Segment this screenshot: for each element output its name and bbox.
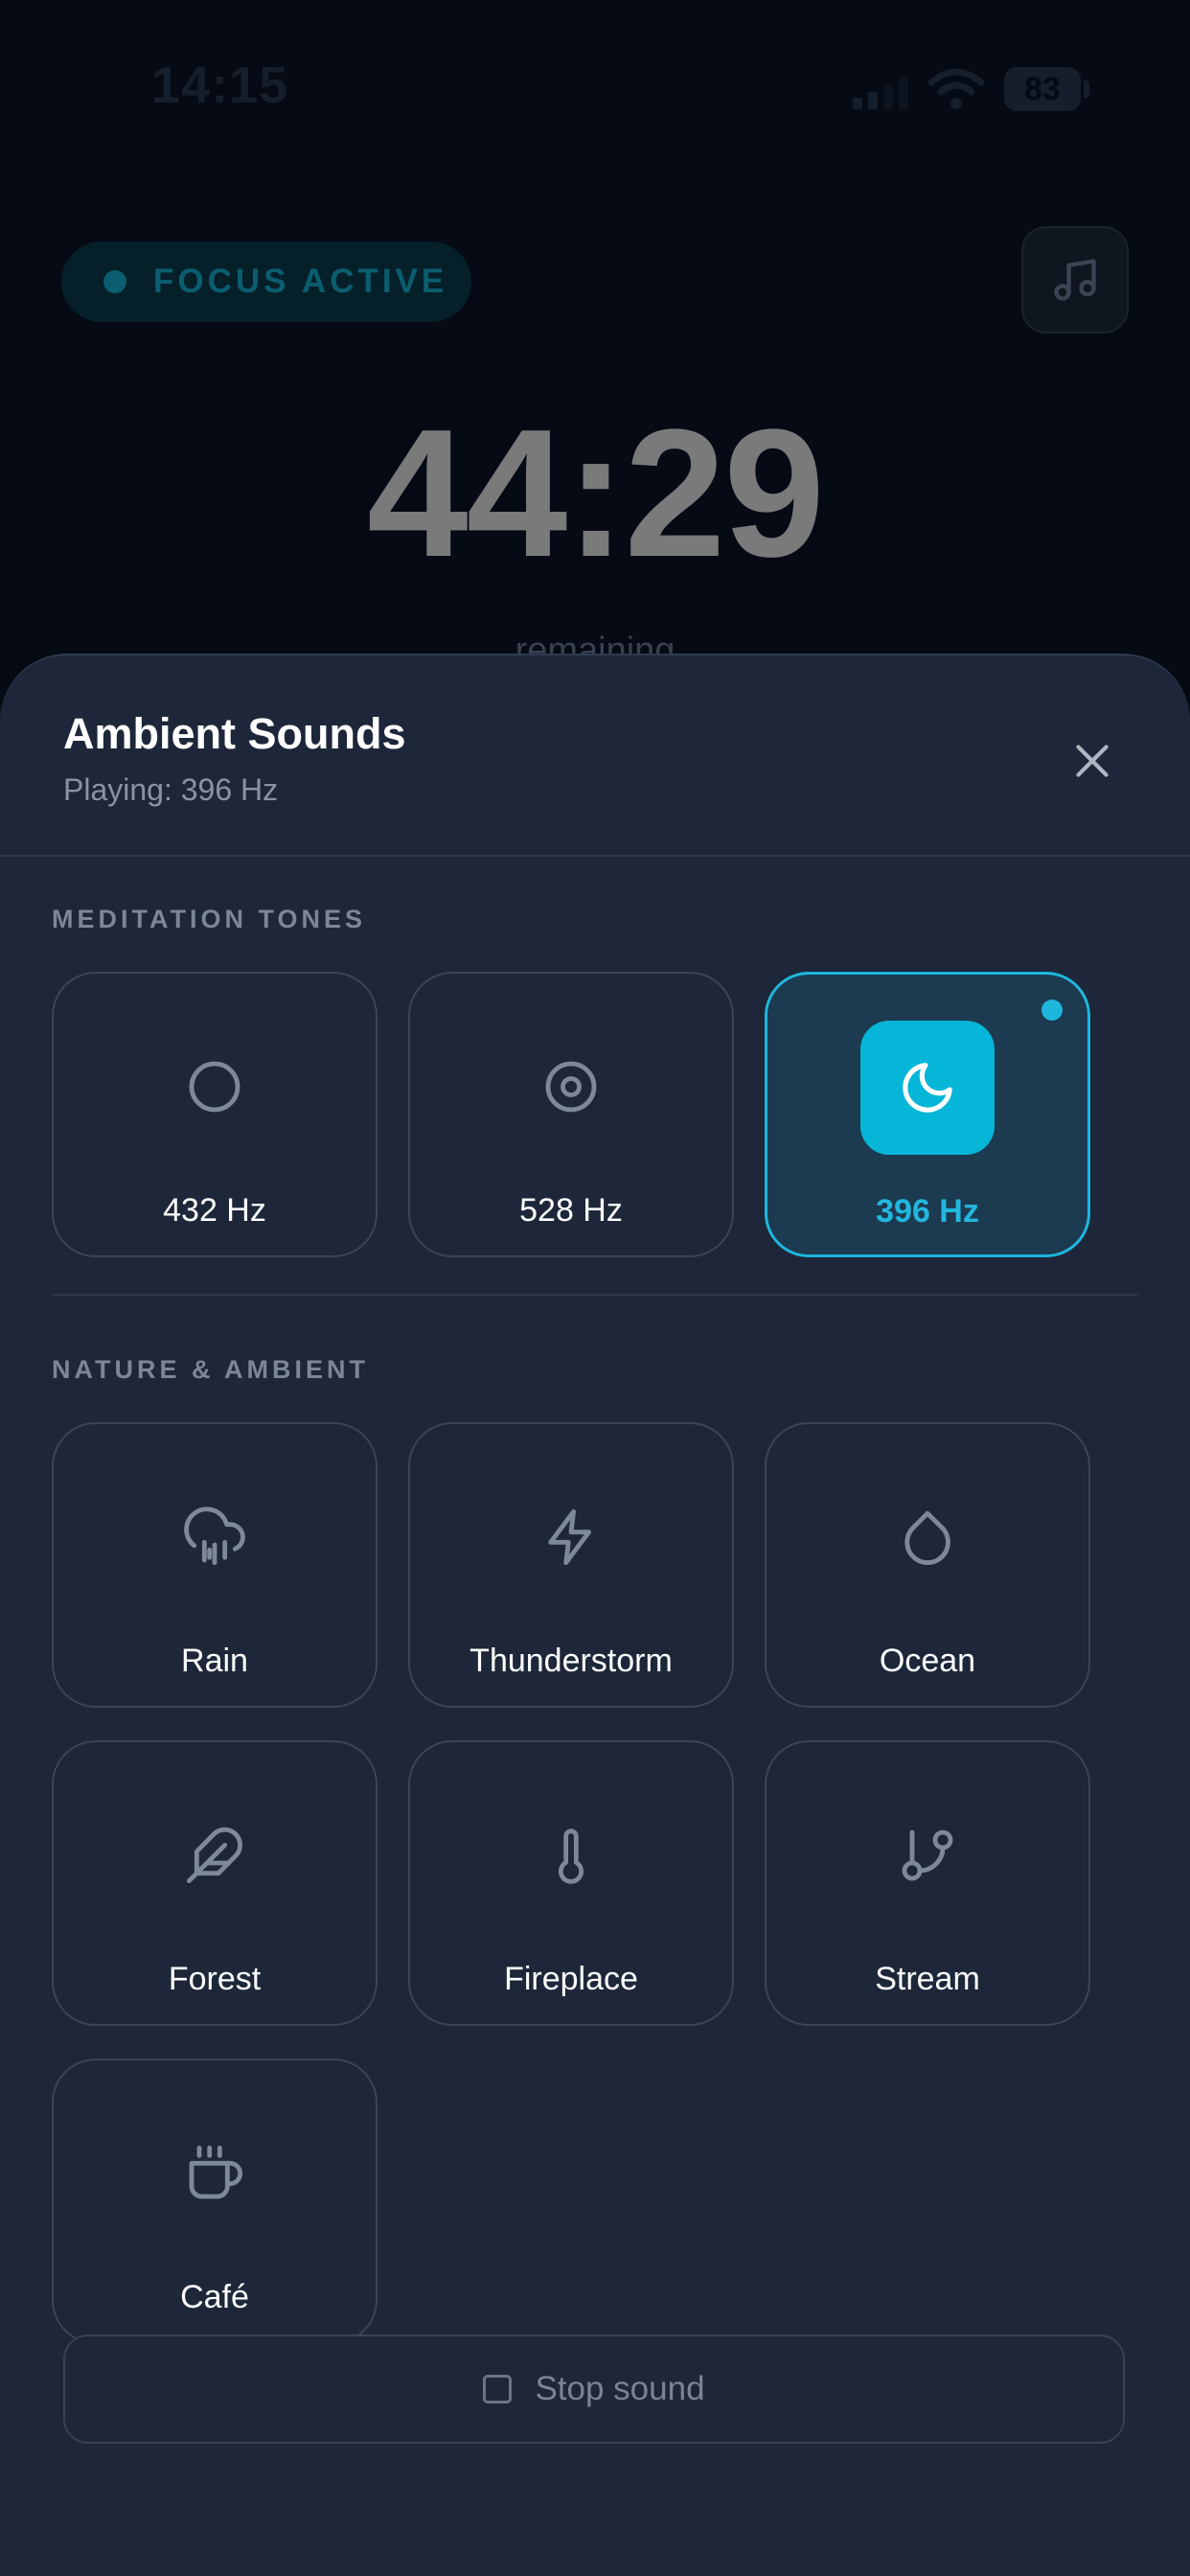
rain-cloud-icon [148,1470,282,1604]
section-divider [52,1294,1138,1296]
battery-cap [1084,80,1089,98]
sheet-title: Ambient Sounds [63,709,406,758]
battery-level: 83 [1024,70,1061,107]
music-note-icon [1054,259,1096,301]
focus-status-dot [103,270,126,293]
close-button[interactable] [1062,730,1123,792]
sound-tile-fireplace[interactable]: Fireplace [408,1740,734,2026]
sound-tile-thunderstorm[interactable]: Thunderstorm [408,1422,734,1708]
target-icon [504,1020,638,1154]
sound-label: Thunderstorm [469,1643,673,1679]
moon-icon [860,1021,995,1155]
thermometer-icon [504,1788,638,1922]
music-button[interactable] [1021,226,1129,334]
git-branch-icon [860,1788,995,1922]
sound-tile-forest[interactable]: Forest [52,1740,378,2026]
header-divider [0,855,1190,857]
tone-tile-432hz[interactable]: 432 Hz [52,972,378,1257]
sound-label: Ocean [879,1643,976,1679]
cell-signal-icon [853,77,910,109]
stop-sound-button[interactable]: Stop sound [63,2334,1125,2444]
battery-icon: 83 [1004,67,1081,111]
focus-badge-label: FOCUS ACTIVE [153,263,448,300]
sound-tile-rain[interactable]: Rain [52,1422,378,1708]
tone-tile-528hz[interactable]: 528 Hz [408,972,734,1257]
stop-sound-label: Stop sound [535,2370,705,2407]
feather-icon [148,1788,282,1922]
sound-label: Fireplace [504,1961,638,1997]
tone-label: 396 Hz [876,1193,979,1230]
wifi-icon [927,68,985,109]
sound-tile-cafe[interactable]: Café [52,2058,378,2344]
sound-label: Rain [181,1643,248,1679]
status-bar: 14:15 83 [0,0,1190,172]
focus-timer: 44:29 [367,392,825,595]
ambient-sounds-sheet: Ambient Sounds Playing: 396 Hz MEDITATIO… [0,654,1190,2576]
focus-active-badge: FOCUS ACTIVE [61,242,471,322]
tone-label: 432 Hz [163,1192,266,1229]
coffee-cup-icon [148,2106,282,2241]
tone-label: 528 Hz [519,1192,623,1229]
sound-tile-stream[interactable]: Stream [765,1740,1090,2026]
lightning-icon [504,1470,638,1604]
tone-tile-396hz[interactable]: 396 Hz [765,972,1090,1257]
sound-tile-ocean[interactable]: Ocean [765,1422,1090,1708]
droplet-icon [860,1470,995,1604]
sound-label: Forest [168,1961,262,1997]
stop-square-icon [483,2375,513,2404]
meditation-tones-heading: MEDITATION TONES [52,905,367,933]
sound-label: Stream [875,1961,980,1997]
circle-icon [148,1020,282,1154]
status-time: 14:15 [151,57,289,114]
close-icon [1076,745,1109,777]
nature-ambient-heading: NATURE & AMBIENT [52,1355,369,1384]
sound-label: Café [180,2279,249,2315]
now-playing-label: Playing: 396 Hz [63,772,279,807]
active-indicator-dot [1041,1000,1063,1021]
